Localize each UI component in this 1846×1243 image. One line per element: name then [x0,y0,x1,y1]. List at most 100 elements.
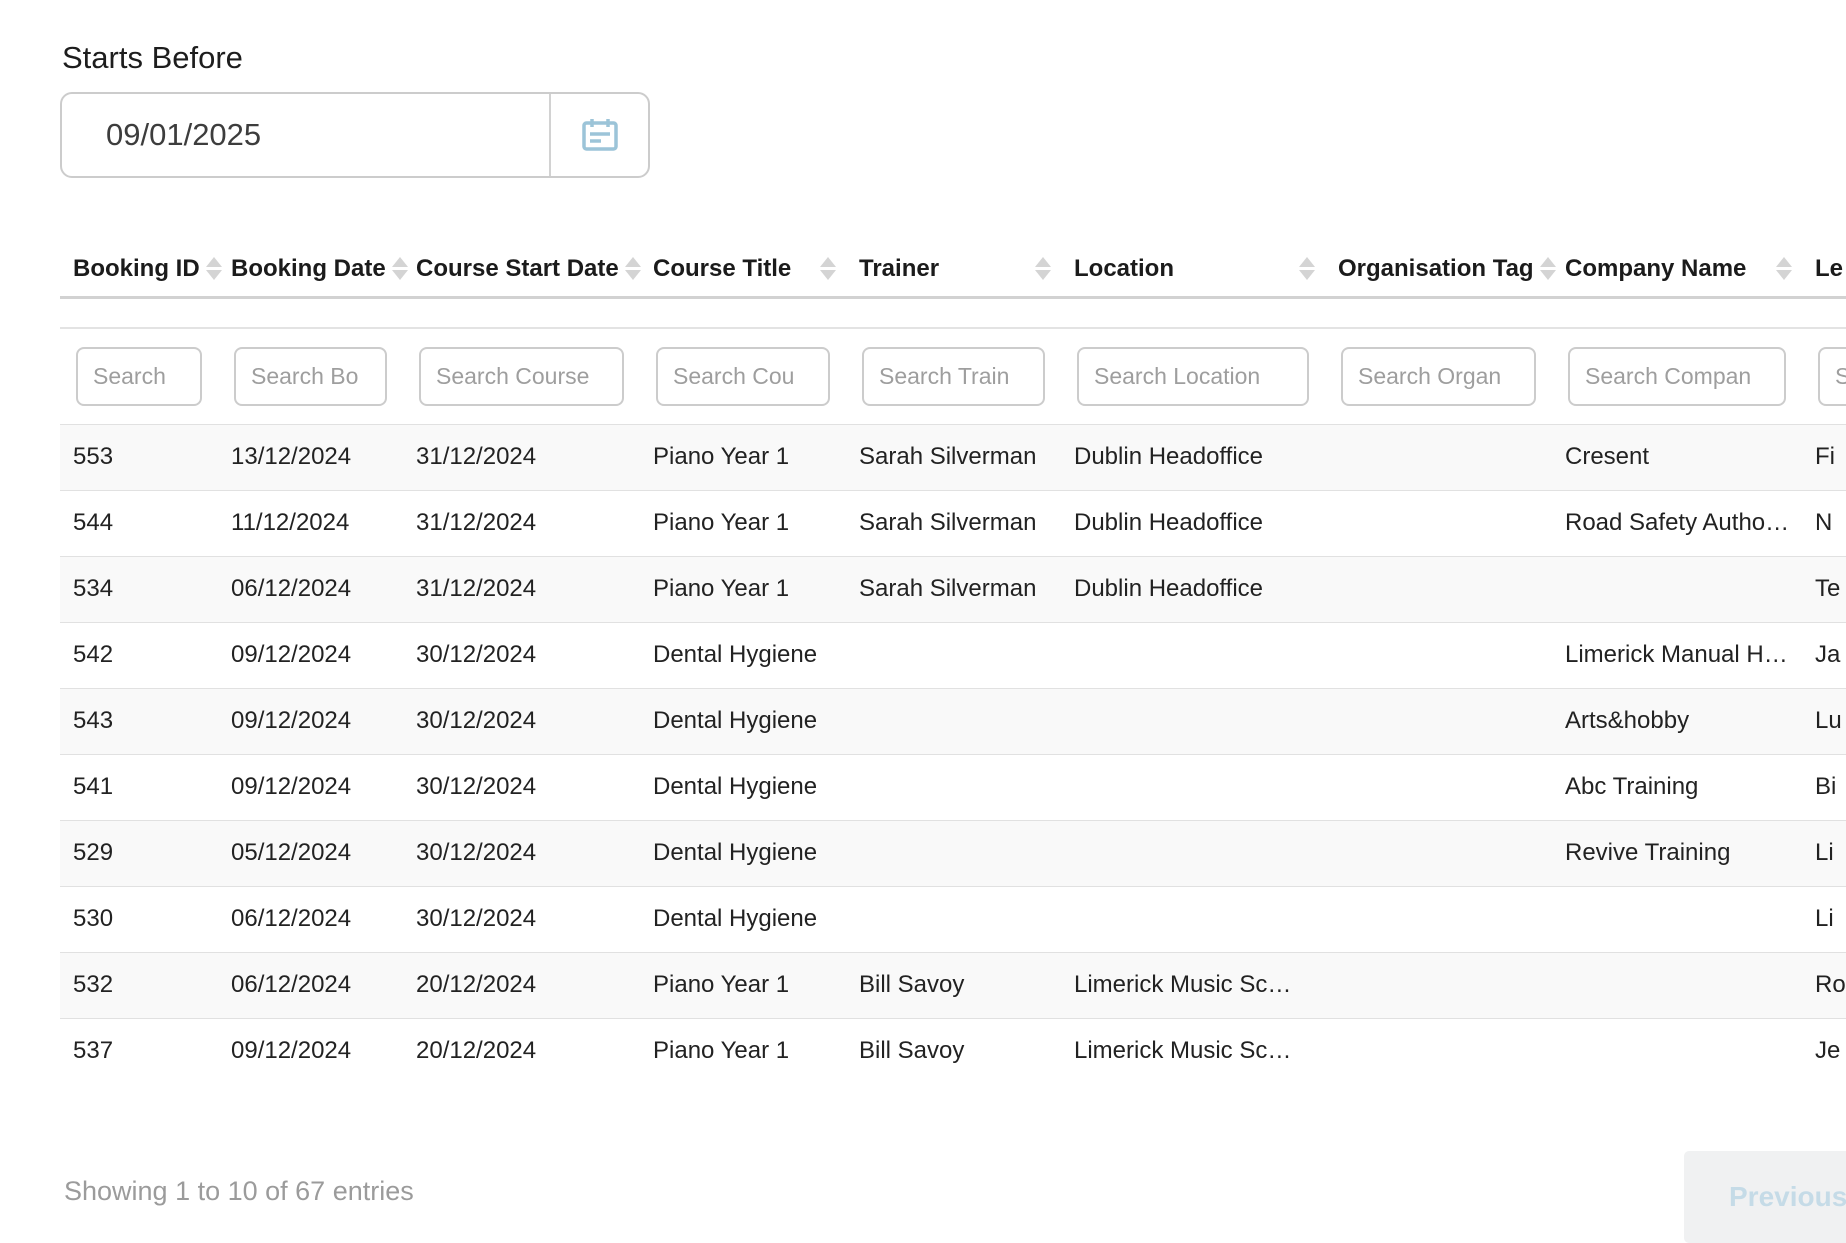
search-input-learner[interactable] [1818,347,1846,406]
showing-entries-text: Showing 1 to 10 of 67 entries [64,1176,414,1207]
column-search-row [60,328,1846,424]
previous-page-button[interactable]: Previous [1684,1151,1846,1243]
cell-trainer: Sarah Silverman [846,424,1061,490]
sort-icon [1540,257,1556,280]
table-body: 55313/12/202431/12/2024Piano Year 1Sarah… [60,424,1846,1084]
column-header-booking-id[interactable]: Booking ID [60,242,218,297]
column-header-label: Course Start Date [416,255,619,283]
cell-trainer [846,754,1061,820]
column-header-label: Company Name [1565,255,1746,283]
cell-location: Dublin Headoffice [1061,424,1325,490]
cell-organisation-tag [1325,424,1552,490]
cell-course-title: Dental Hygiene [640,622,846,688]
search-input-location[interactable] [1077,347,1309,406]
cell-course-title: Piano Year 1 [640,424,846,490]
cell-location: Dublin Headoffice [1061,556,1325,622]
cell-location: Dublin Headoffice [1061,490,1325,556]
cell-learner: Lu [1802,688,1846,754]
cell-course-title: Piano Year 1 [640,1018,846,1084]
column-header-learner[interactable]: Le [1802,242,1846,297]
cell-company-name: Revive Training [1552,820,1802,886]
cell-course-start-date: 30/12/2024 [403,754,640,820]
cell-learner: Ro [1802,952,1846,1018]
cell-course-start-date: 20/12/2024 [403,1018,640,1084]
cell-organisation-tag [1325,688,1552,754]
sort-icon [625,257,641,280]
header-spacer [60,297,1846,328]
starts-before-label: Starts Before [62,40,1846,76]
column-header-course-start-date[interactable]: Course Start Date [403,242,640,297]
cell-location [1061,820,1325,886]
search-input-trainer[interactable] [862,347,1045,406]
cell-company-name [1552,556,1802,622]
search-cell-course-start-date [403,328,640,424]
cell-booking-date: 05/12/2024 [218,820,403,886]
cell-booking-id: 534 [60,556,218,622]
column-header-company-name[interactable]: Company Name [1552,242,1802,297]
cell-learner: Ja [1802,622,1846,688]
cell-company-name [1552,1018,1802,1084]
search-input-course-start-date[interactable] [419,347,624,406]
cell-trainer [846,688,1061,754]
cell-course-start-date: 30/12/2024 [403,688,640,754]
cell-company-name [1552,886,1802,952]
sort-icon [1299,257,1315,280]
column-header-label: Le [1815,255,1843,283]
column-header-organisation-tag[interactable]: Organisation Tag [1325,242,1552,297]
cell-course-title: Dental Hygiene [640,754,846,820]
date-input-group [60,92,650,178]
cell-booking-date: 11/12/2024 [218,490,403,556]
cell-company-name: Abc Training [1552,754,1802,820]
search-input-booking-id[interactable] [76,347,202,406]
table-row: 53206/12/202420/12/2024Piano Year 1Bill … [60,952,1846,1018]
cell-organisation-tag [1325,952,1552,1018]
table-row: 54109/12/202430/12/2024Dental HygieneAbc… [60,754,1846,820]
cell-booking-id: 543 [60,688,218,754]
search-input-company-name[interactable] [1568,347,1786,406]
starts-before-date-input[interactable] [62,94,549,176]
calendar-icon [579,114,621,156]
cell-booking-date: 06/12/2024 [218,556,403,622]
search-cell-course-title [640,328,846,424]
cell-booking-id: 541 [60,754,218,820]
cell-course-start-date: 30/12/2024 [403,820,640,886]
table-row: 55313/12/202431/12/2024Piano Year 1Sarah… [60,424,1846,490]
cell-booking-date: 06/12/2024 [218,952,403,1018]
cell-booking-id: 537 [60,1018,218,1084]
header-spacer-row [60,297,1846,328]
cell-location: Limerick Music Sc… [1061,1018,1325,1084]
column-header-label: Organisation Tag [1338,255,1534,283]
search-cell-trainer [846,328,1061,424]
cell-location [1061,754,1325,820]
column-header-label: Booking Date [231,255,386,283]
search-input-organisation-tag[interactable] [1341,347,1536,406]
search-input-booking-date[interactable] [234,347,387,406]
column-header-label: Location [1074,255,1174,283]
cell-booking-date: 13/12/2024 [218,424,403,490]
cell-learner: Li [1802,820,1846,886]
cell-booking-id: 544 [60,490,218,556]
sort-icon [1776,257,1792,280]
cell-booking-id: 529 [60,820,218,886]
table-header-row: Booking ID Booking Date Course Start Date C… [60,242,1846,297]
cell-learner: Fi [1802,424,1846,490]
column-header-booking-date[interactable]: Booking Date [218,242,403,297]
column-header-location[interactable]: Location [1061,242,1325,297]
column-header-course-title[interactable]: Course Title [640,242,846,297]
cell-course-title: Piano Year 1 [640,952,846,1018]
cell-trainer: Sarah Silverman [846,490,1061,556]
cell-booking-date: 09/12/2024 [218,622,403,688]
sort-icon [206,257,222,280]
cell-organisation-tag [1325,754,1552,820]
starts-before-filter: Starts Before [60,40,1846,178]
cell-company-name: Limerick Manual H… [1552,622,1802,688]
search-cell-organisation-tag [1325,328,1552,424]
cell-company-name: Road Safety Autho… [1552,490,1802,556]
cell-learner: Li [1802,886,1846,952]
calendar-button[interactable] [551,94,648,176]
cell-course-title: Dental Hygiene [640,688,846,754]
cell-trainer: Bill Savoy [846,952,1061,1018]
column-header-label: Booking ID [73,255,200,283]
column-header-trainer[interactable]: Trainer [846,242,1061,297]
search-input-course-title[interactable] [656,347,830,406]
